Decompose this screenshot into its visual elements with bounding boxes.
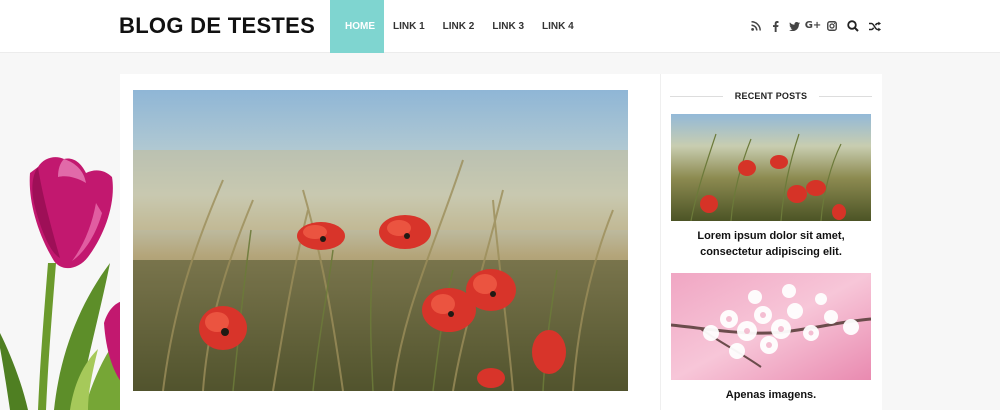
featured-post-image[interactable] <box>133 90 628 391</box>
heading-rule-right <box>819 95 873 97</box>
recent-post-thumbnail-1[interactable] <box>671 114 871 221</box>
header-tools <box>843 17 887 35</box>
search-icon[interactable] <box>843 17 863 35</box>
nav-link-3[interactable]: LINK 3 <box>483 0 533 53</box>
tulip-decoration <box>0 157 122 410</box>
recent-posts-title: RECENT POSTS <box>734 91 808 101</box>
recent-post-title-1[interactable]: Lorem ipsum dolor sit amet, consectetur … <box>671 228 871 260</box>
shuffle-icon[interactable] <box>865 17 885 35</box>
recent-post-title-2[interactable]: Apenas imagens. <box>671 387 871 403</box>
main-nav: HOME LINK 1 LINK 2 LINK 3 LINK 4 <box>330 0 583 53</box>
instagram-icon[interactable] <box>823 18 841 34</box>
google-plus-icon[interactable]: G+ <box>804 18 822 34</box>
nav-link-1[interactable]: LINK 1 <box>384 0 434 53</box>
site-header: BLOG DE TESTES HOME LINK 1 LINK 2 LINK 3… <box>0 0 1000 53</box>
nav-link-4[interactable]: LINK 4 <box>533 0 583 53</box>
nav-home[interactable]: HOME <box>330 0 384 53</box>
site-title[interactable]: BLOG DE TESTES <box>119 12 315 40</box>
recent-posts-heading: RECENT POSTS <box>670 88 873 104</box>
nav-link-2[interactable]: LINK 2 <box>434 0 484 53</box>
rss-icon[interactable] <box>747 18 765 34</box>
facebook-icon[interactable] <box>766 18 784 34</box>
recent-post-thumbnail-2[interactable] <box>671 273 871 380</box>
social-links: G+ <box>747 18 842 34</box>
twitter-icon[interactable] <box>785 18 803 34</box>
heading-rule-left <box>670 95 723 97</box>
